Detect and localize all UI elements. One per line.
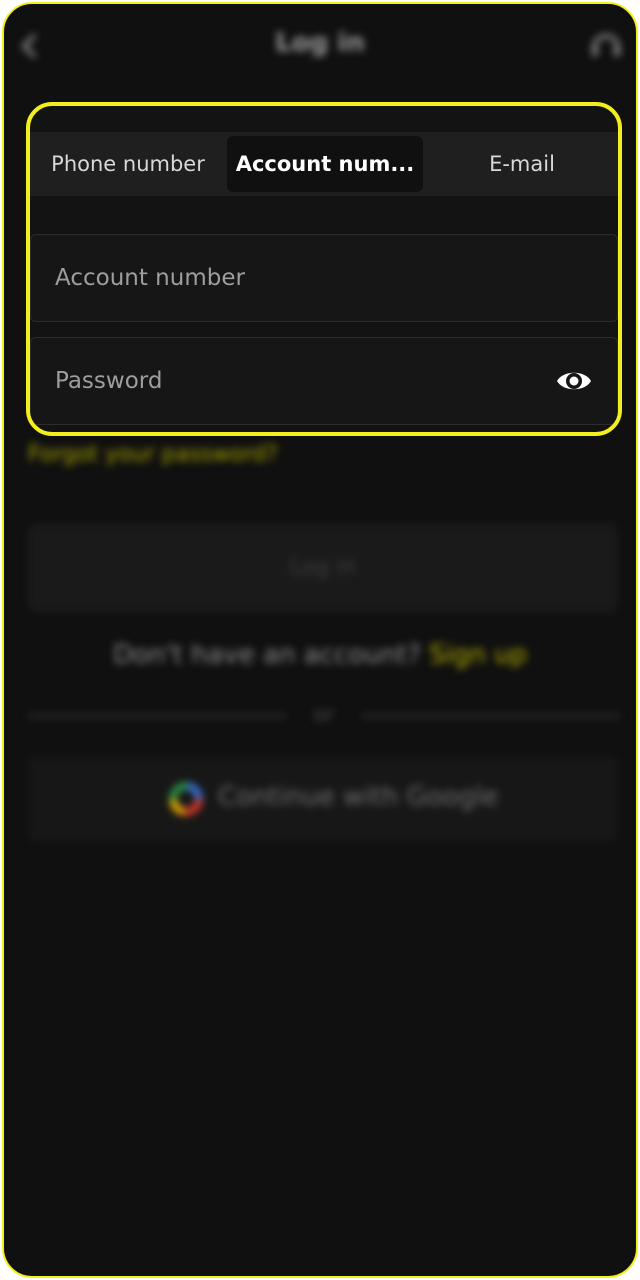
page-title: Log in xyxy=(275,28,365,58)
login-method-tabs: Phone number Account num... E-mail xyxy=(30,132,618,196)
tab-account-number[interactable]: Account num... xyxy=(227,136,423,192)
login-button[interactable]: Log in xyxy=(28,524,618,612)
signup-row: Don't have an account? Sign up xyxy=(4,640,636,670)
header: Log in xyxy=(4,4,636,88)
forgot-password-link[interactable]: Forgot your password? xyxy=(28,442,278,467)
tab-email[interactable]: E-mail xyxy=(424,132,618,196)
google-button-label: Continue with Google xyxy=(218,782,499,812)
signup-prompt: Don't have an account? xyxy=(112,640,422,670)
password-placeholder: Password xyxy=(55,368,163,394)
google-icon xyxy=(169,782,203,816)
support-headset-icon[interactable] xyxy=(588,28,624,64)
login-form-highlight: Phone number Account num... E-mail Accou… xyxy=(26,102,622,436)
password-input[interactable]: Password xyxy=(30,337,618,425)
divider-label: or xyxy=(313,702,335,726)
account-number-placeholder: Account number xyxy=(55,265,245,291)
continue-with-google-button[interactable]: Continue with Google xyxy=(28,756,618,842)
phone-frame: Log in Forgot your password? Log in Don'… xyxy=(2,2,638,1278)
account-number-input[interactable]: Account number xyxy=(30,234,618,322)
signup-link[interactable]: Sign up xyxy=(429,640,527,670)
eye-icon[interactable] xyxy=(555,364,593,398)
divider-line-left xyxy=(28,714,286,718)
tab-phone-number[interactable]: Phone number xyxy=(30,132,226,196)
divider-line-right xyxy=(362,714,620,718)
